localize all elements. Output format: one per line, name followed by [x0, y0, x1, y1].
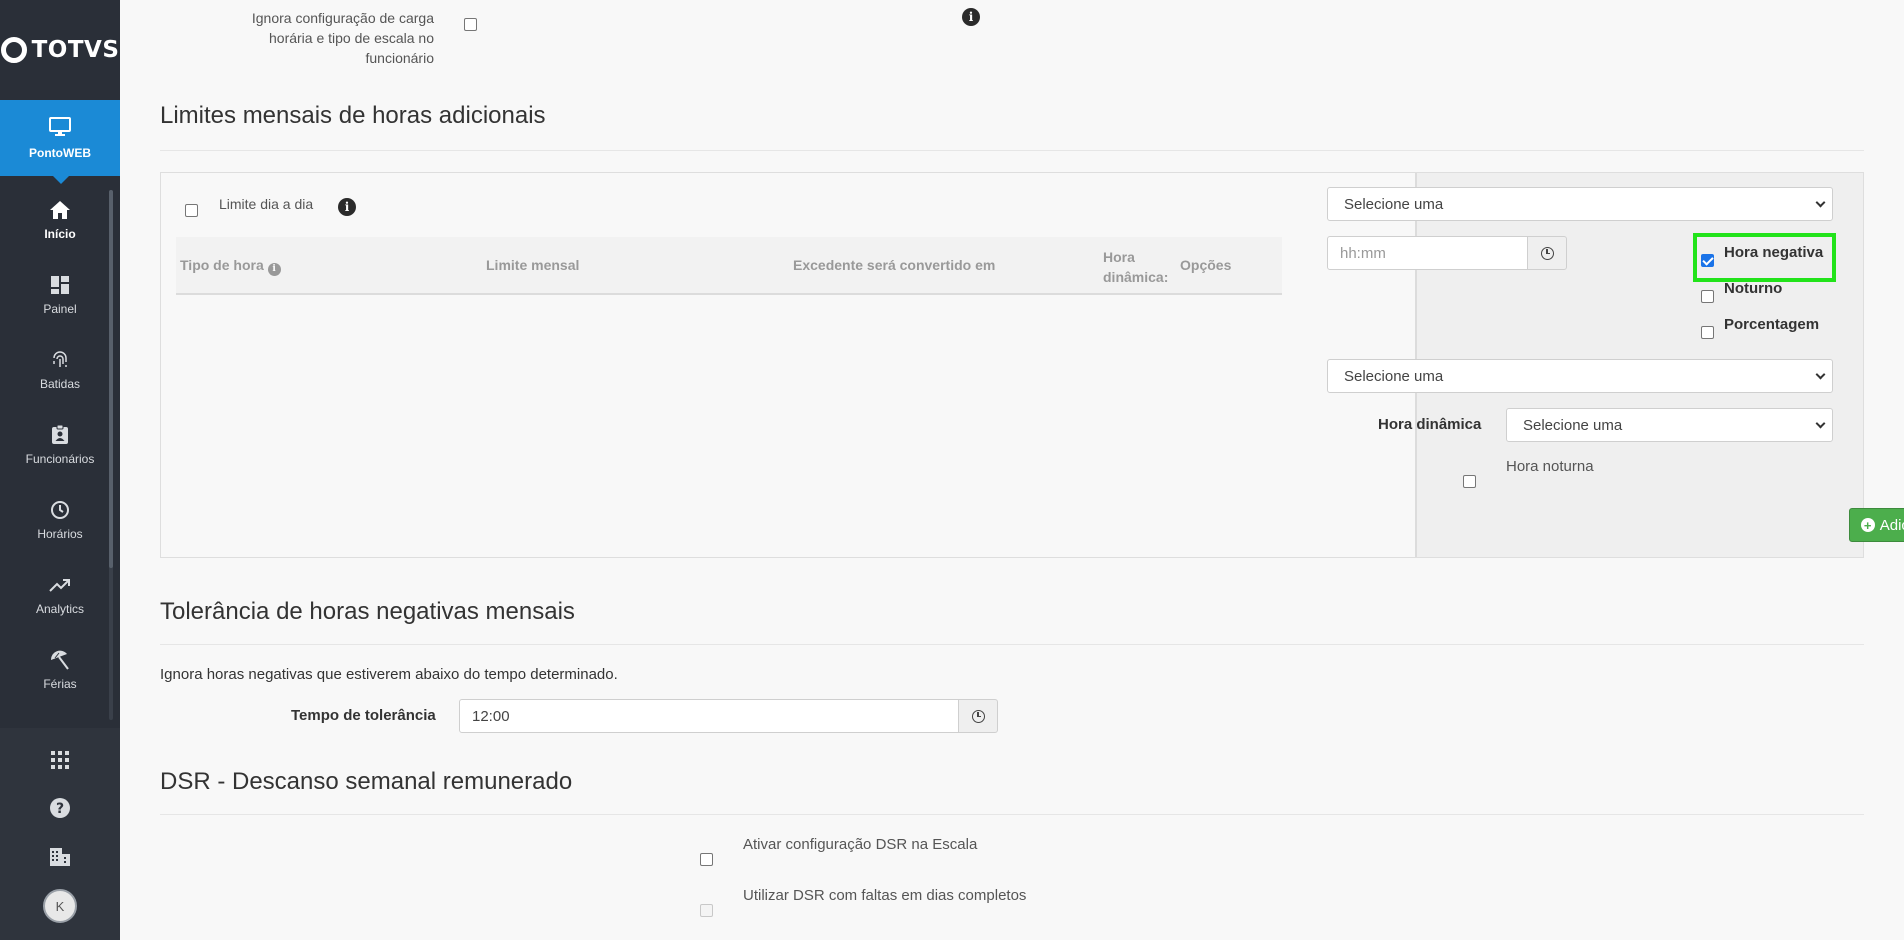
col-hora-dinamica: Hora dinâmica: — [1103, 247, 1168, 287]
tipo-hora-select-value: Selecione uma — [1344, 195, 1444, 213]
limite-time-placeholder: hh:mm — [1340, 244, 1386, 262]
sidebar-item-horarios[interactable]: Horários — [0, 482, 120, 557]
porcentagem-label: Porcentagem — [1724, 316, 1820, 333]
divider — [160, 814, 1864, 815]
sidebar-item-inicio[interactable]: Início — [0, 182, 120, 257]
svg-text:?: ? — [56, 801, 64, 817]
sidebar-item-label: Batidas — [39, 376, 81, 391]
utilizar-dsr-label: Utilizar DSR com faltas em dias completo… — [743, 887, 1027, 904]
totvs-logo-mark-icon — [0, 37, 27, 63]
add-button[interactable]: + Adicionar — [1849, 508, 1904, 542]
tolerancia-time-input[interactable]: 12:00 — [459, 699, 959, 733]
noturno-checkbox[interactable] — [1701, 290, 1714, 303]
ignore-config-label: Ignora configuração de carga horária e t… — [120, 8, 434, 68]
clock-icon — [1540, 246, 1554, 260]
hora-dinamica-select-value: Selecione uma — [1523, 416, 1623, 434]
fingerprint-icon — [48, 349, 72, 371]
hora-noturna-label: Hora noturna — [1506, 458, 1594, 475]
tolerancia-field-label: Tempo de tolerância — [291, 707, 436, 724]
plus-circle-icon: + — [1860, 518, 1875, 532]
col-tipo-hora: Tipo de hora i — [180, 257, 281, 276]
col-hora-dinamica-line1: Hora — [1103, 249, 1135, 265]
chevron-down-icon — [1815, 418, 1826, 429]
ignore-config-label-line2: horária e tipo de escala no — [269, 30, 434, 46]
utilizar-dsr-checkbox[interactable] — [700, 904, 713, 917]
user-menu[interactable]: K — [0, 882, 120, 930]
limite-dia-checkbox[interactable] — [185, 204, 198, 217]
sidebar-item-label: Funcionários — [25, 451, 95, 466]
ignore-config-label-line3: funcionário — [365, 50, 435, 66]
building-icon — [49, 846, 71, 871]
col-limite-mensal: Limite mensal — [486, 257, 580, 273]
hora-noturna-checkbox[interactable] — [1463, 475, 1476, 488]
id-badge-icon — [48, 424, 72, 446]
add-button-label: Adicionar — [1879, 516, 1904, 534]
section-title-limites: Limites mensais de horas adicionais — [160, 102, 546, 129]
hora-dinamica-select[interactable]: Selecione uma — [1506, 408, 1833, 442]
info-icon[interactable]: i — [338, 198, 356, 216]
beach-umbrella-icon — [48, 649, 72, 671]
avatar: K — [43, 889, 77, 923]
dashboard-icon — [48, 274, 72, 296]
sidebar-bottom: ? K — [0, 728, 120, 940]
sidebar-item-funcionarios[interactable]: Funcionários — [0, 407, 120, 482]
sidebar-item-painel[interactable]: Painel — [0, 257, 120, 332]
conversao-select-value: Selecione uma — [1344, 367, 1444, 385]
tolerancia-description: Ignora horas negativas que estiverem aba… — [160, 666, 618, 683]
grid-icon — [51, 750, 69, 774]
sidebar-item-batidas[interactable]: Batidas — [0, 332, 120, 407]
info-icon[interactable]: i — [267, 262, 281, 276]
hora-negativa-checkbox[interactable] — [1701, 254, 1714, 267]
trending-up-icon — [48, 574, 72, 596]
divider — [160, 150, 1864, 151]
time-picker-button[interactable] — [958, 699, 998, 733]
chevron-down-icon — [1815, 197, 1826, 208]
home-icon — [48, 199, 72, 221]
col-excedente: Excedente será convertido em — [793, 257, 996, 273]
porcentagem-checkbox[interactable] — [1701, 326, 1714, 339]
chevron-down-icon — [1815, 369, 1826, 380]
sidebar-item-label: Horários — [37, 526, 83, 541]
tolerancia-time-value: 12:00 — [472, 707, 510, 725]
logo-text: TOTVS — [31, 37, 120, 63]
question-icon: ? — [49, 797, 71, 824]
main-content: Ignora configuração de carga horária e t… — [120, 0, 1904, 940]
module-pontoweb[interactable]: PontoWEB — [0, 100, 120, 184]
conversao-select[interactable]: Selecione uma — [1327, 359, 1833, 393]
sidebar-nav: Início Painel Batidas Funcionários Horár… — [0, 182, 120, 707]
col-opcoes: Opções — [1180, 257, 1232, 273]
sidebar: TOTVS PontoWEB Início Painel Batidas Fun… — [0, 0, 120, 940]
ignore-config-checkbox[interactable] — [464, 18, 477, 31]
apps-grid-button[interactable] — [0, 738, 120, 786]
sidebar-item-label: Painel — [43, 301, 77, 316]
section-title-dsr: DSR - Descanso semanal remunerado — [160, 768, 573, 795]
col-hora-dinamica-line2: dinâmica: — [1103, 269, 1169, 285]
module-label: PontoWEB — [29, 146, 91, 160]
info-icon[interactable]: i — [962, 8, 980, 26]
section-title-tolerancia: Tolerância de horas negativas mensais — [160, 598, 575, 625]
sidebar-item-ferias[interactable]: Férias — [0, 632, 120, 707]
hora-negativa-label: Hora negativa — [1724, 244, 1824, 261]
limite-time-input[interactable]: hh:mm — [1327, 236, 1534, 270]
divider — [160, 644, 1864, 645]
monitor-icon — [48, 116, 72, 138]
ignore-config-label-line1: Ignora configuração de carga — [251, 10, 434, 26]
sidebar-item-label: Início — [44, 226, 76, 241]
limite-dia-label: Limite dia a dia — [219, 196, 314, 212]
tipo-hora-select[interactable]: Selecione uma — [1327, 187, 1833, 221]
totvs-logo[interactable]: TOTVS — [0, 0, 120, 100]
noturno-label: Noturno — [1724, 280, 1783, 297]
ativar-dsr-label: Ativar configuração DSR na Escala — [743, 836, 978, 853]
help-button[interactable]: ? — [0, 786, 120, 834]
sidebar-item-label: Analytics — [35, 601, 85, 616]
sidebar-item-label: Férias — [43, 676, 77, 691]
sidebar-item-analytics[interactable]: Analytics — [0, 557, 120, 632]
clock-icon — [48, 499, 72, 521]
ativar-dsr-checkbox[interactable] — [700, 853, 713, 866]
hora-dinamica-label: Hora dinâmica — [1378, 416, 1482, 433]
clock-icon — [971, 709, 985, 723]
company-button[interactable] — [0, 834, 120, 882]
time-picker-button[interactable] — [1527, 236, 1567, 270]
col-tipo-hora-label: Tipo de hora — [180, 257, 264, 273]
